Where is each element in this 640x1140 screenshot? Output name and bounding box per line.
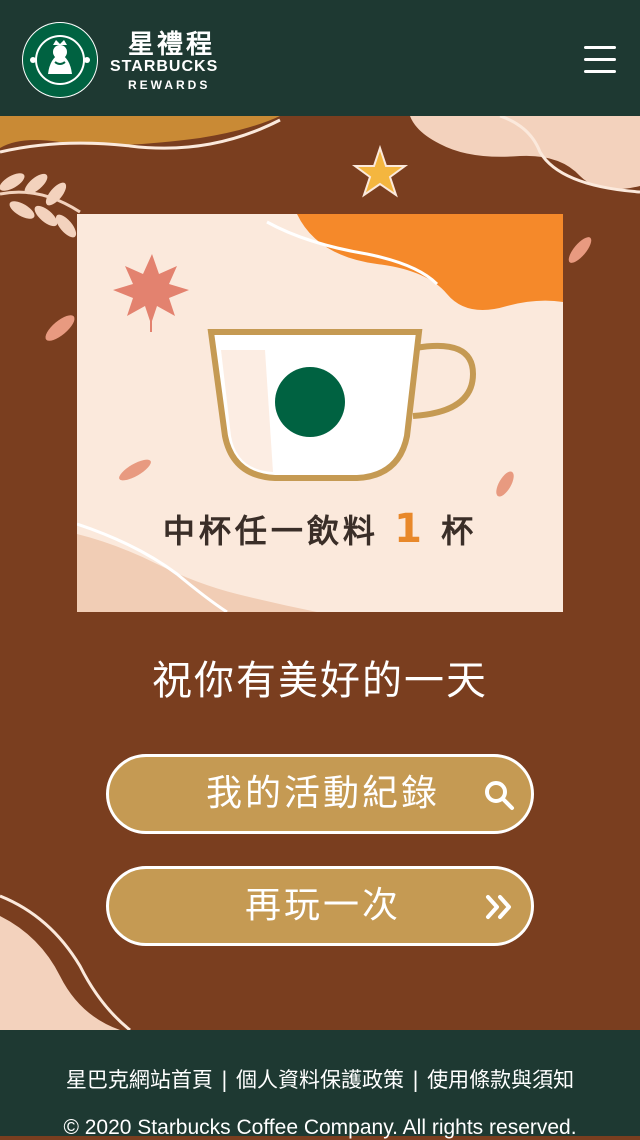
- replay-button[interactable]: 再玩一次: [106, 866, 534, 946]
- footer-link-privacy[interactable]: 個人資料保護政策: [236, 1068, 404, 1092]
- app-header: 星禮程 STARBUCKS REWARDS: [0, 0, 640, 116]
- footer-link-terms[interactable]: 使用條款與須知: [427, 1068, 574, 1092]
- activity-history-label: 我的活動紀錄: [205, 773, 440, 814]
- footer-separator: |: [412, 1068, 420, 1092]
- reward-quantity: 1: [394, 506, 426, 552]
- footer-links: 星巴克網站首頁 | 個人資料保護政策 | 使用條款與須知: [0, 1064, 640, 1094]
- reward-card: 中杯任一飲料 1 杯: [77, 214, 563, 612]
- activity-history-button[interactable]: 我的活動紀錄: [106, 754, 534, 834]
- brand-name-chinese: 星禮程: [128, 30, 216, 60]
- search-icon: [485, 781, 514, 810]
- copyright-text: © 2020 Starbucks Coffee Company. All rig…: [63, 1116, 577, 1139]
- page-footer: 星巴克網站首頁 | 個人資料保護政策 | 使用條款與須知 © 2020 Starbuck…: [0, 1030, 640, 1139]
- reward-text: 中杯任一飲料 1 杯: [77, 506, 563, 552]
- hamburger-menu-icon[interactable]: [580, 42, 620, 78]
- greeting-text: 祝你有美好的一天: [152, 658, 488, 704]
- double-chevron-right-icon: [486, 895, 511, 919]
- reward-text-suffix: 杯: [441, 512, 478, 550]
- brand-subtitle: REWARDS: [128, 78, 211, 92]
- coffee-cup-illustration: [77, 214, 563, 612]
- main-content: 中杯任一飲料 1 杯 祝你有美好的一天 我的活動紀錄 再玩一次: [0, 116, 640, 1030]
- footer-link-home[interactable]: 星巴克網站首頁: [66, 1068, 213, 1092]
- reward-text-prefix: 中杯任一飲料: [162, 512, 379, 550]
- replay-label: 再玩一次: [244, 885, 401, 926]
- footer-separator: |: [220, 1068, 228, 1092]
- starbucks-logo-icon[interactable]: [22, 22, 98, 98]
- brand-name-english: STARBUCKS: [110, 58, 219, 75]
